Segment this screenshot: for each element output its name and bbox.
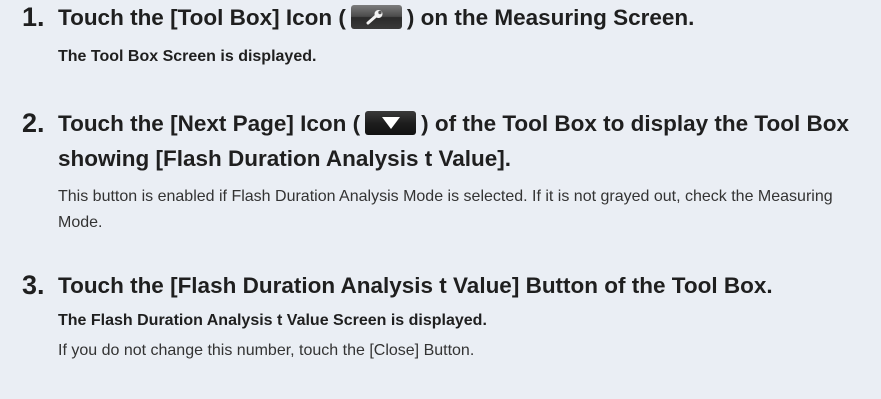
- step-1-text-after: ) on the Measuring Screen.: [406, 5, 695, 30]
- step-3-number: 3.: [22, 270, 45, 300]
- step-1-number: 1.: [22, 2, 45, 32]
- step-1: 1. Touch the [Tool Box] Icon ( ) on the M…: [0, 2, 881, 68]
- triangle-down-icon: [365, 111, 417, 135]
- step-3-heading: 3. Touch the [Flash Duration Analysis t …: [0, 270, 881, 301]
- step-3-note: If you do not change this number, touch …: [58, 342, 475, 359]
- step-2-note: This button is enabled if Flash Duration…: [58, 188, 833, 231]
- wrench-icon: [350, 5, 402, 29]
- step-3-text: Touch the [Flash Duration Analysis t Val…: [58, 273, 773, 298]
- step-2-number: 2.: [22, 108, 45, 138]
- step-1-result: The Tool Box Screen is displayed.: [58, 48, 317, 65]
- step-2-heading: 2. Touch the [Next Page] Icon () of the …: [0, 108, 881, 174]
- instruction-page: 1. Touch the [Tool Box] Icon ( ) on the M…: [0, 0, 881, 399]
- step-1-heading: 1. Touch the [Tool Box] Icon ( ) on the M…: [0, 2, 881, 37]
- step-3-result: The Flash Duration Analysis t Value Scre…: [58, 312, 487, 329]
- step-1-text-before: Touch the [Tool Box] Icon (: [58, 5, 346, 30]
- step-2-text-before: Touch the [Next Page] Icon (: [58, 111, 361, 136]
- step-3: 3. Touch the [Flash Duration Analysis t …: [0, 270, 881, 364]
- step-2: 2. Touch the [Next Page] Icon () of the …: [0, 108, 881, 236]
